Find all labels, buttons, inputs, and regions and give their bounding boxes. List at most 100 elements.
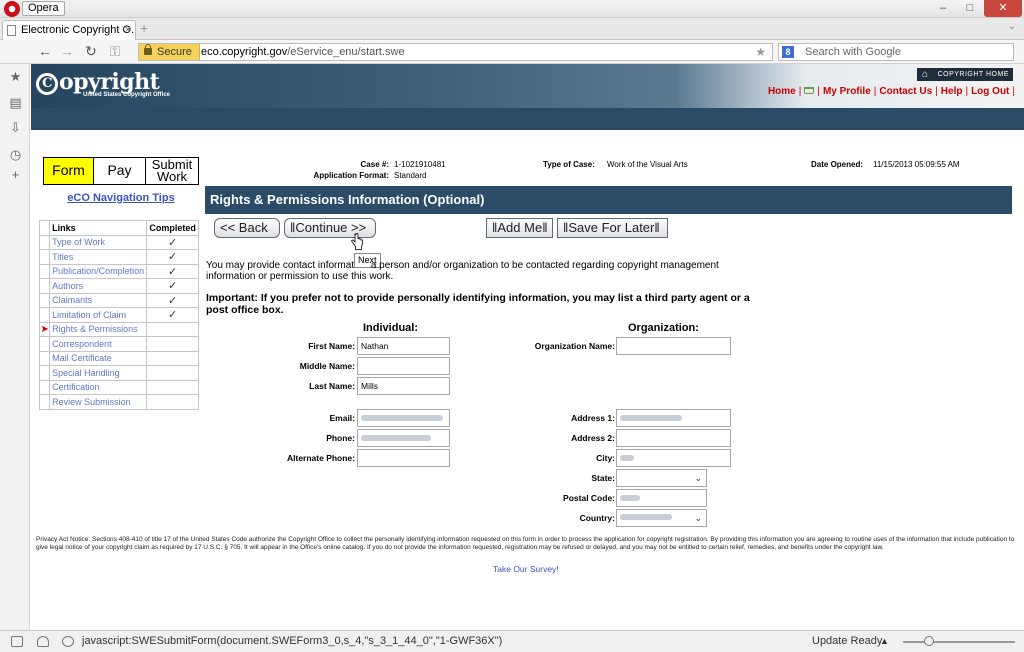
copyright-home-label: COPYRIGHT HOME [937,71,1009,78]
completed-cell [146,336,199,352]
speed-dial-icon[interactable] [62,636,74,647]
address1-input[interactable] [616,409,731,427]
search-input[interactable]: 8 Search with Google [778,43,1014,61]
nav-link[interactable]: Special Handling [49,365,148,381]
nav-link-row: Correspondent [38,336,199,352]
step-form[interactable]: Form [44,158,94,184]
step-submit-line2: Work [156,169,188,184]
middle-name-input[interactable] [357,357,450,375]
nav-link[interactable]: Review Submission [49,394,148,410]
nav-link-row: Certification [38,379,199,395]
check-icon: ✓ [146,263,199,279]
panel-toggle-icon[interactable] [11,636,23,647]
completed-cell [146,350,199,366]
url-field[interactable]: Secure eco.copyright.gov/eService_enu/st… [138,43,773,61]
tab-close-icon[interactable]: × [125,21,131,39]
nav-link[interactable]: Titles [49,249,148,265]
phone-field[interactable] [357,429,450,447]
tab-copyright[interactable]: Electronic Copyright O... × [2,20,136,40]
arrow-cell [38,350,51,366]
plus-icon[interactable]: + [9,168,22,181]
city-input[interactable] [616,449,731,467]
phone-label: Phone: [326,433,355,443]
state-select[interactable]: ⌄ [616,469,707,487]
arrow-cell [38,365,51,381]
save-for-later-label: Save For Later [568,220,655,235]
cloud-icon[interactable] [37,636,49,647]
step-submit-work[interactable]: Submit Work [146,158,198,184]
nav-link[interactable]: Correspondent [49,336,148,352]
country-select[interactable]: ⌄ [616,509,707,527]
nav-link[interactable]: Rights & Permissions [49,321,148,337]
first-name-input[interactable]: Nathan [357,337,450,355]
navigation-tips-link[interactable]: eCO Navigation Tips [39,192,203,204]
maximize-button[interactable]: □ [957,0,983,17]
url-path: /eService_enu/start.swe [287,46,405,58]
contact-us-link[interactable]: Contact Us [879,86,932,97]
email-field[interactable] [357,409,450,427]
type-of-case-value: Work of the Visual Arts [607,160,688,169]
log-out-link[interactable]: Log Out [971,86,1009,97]
history-icon[interactable]: ◷ [9,148,22,161]
minimize-button[interactable]: – [930,0,956,17]
nav-link[interactable]: Authors [49,278,148,294]
new-tab-icon[interactable]: + [140,20,148,36]
nav-link[interactable]: Claimants [49,292,148,308]
alternate-phone-field[interactable] [357,449,450,467]
organization-name-input[interactable] [616,337,731,355]
reload-icon[interactable]: ↻ [82,43,100,61]
take-survey-link[interactable]: Take Our Survey! [493,564,559,574]
nav-link-row: Claimants ✓ [38,292,199,308]
nav-link[interactable]: Publication/Completion [49,263,148,279]
copyright-home-button[interactable]: ⌂ COPYRIGHT HOME [917,68,1013,81]
key-icon[interactable]: ⚿ [106,43,124,61]
links-column-header: Links [49,220,148,236]
forward-icon[interactable]: → [58,43,76,61]
notes-icon[interactable]: ▤ [9,96,22,109]
step-pay[interactable]: Pay [94,158,146,184]
downloads-icon[interactable]: ⇩ [9,121,22,134]
star-icon[interactable]: ★ [755,44,766,60]
arrow-cell [38,263,51,279]
my-profile-link[interactable]: My Profile [823,86,871,97]
cart-icon[interactable] [804,87,815,94]
update-ready-label[interactable]: Update Ready [812,631,882,651]
nav-link[interactable]: Certification [49,379,148,395]
page-favicon-icon [7,25,16,36]
check-icon: ✓ [146,249,199,265]
tab-menu-chevron-down-icon[interactable]: ⌄ [1008,21,1016,32]
important-note: Important: If you prefer not to provide … [206,292,750,316]
email-label: Email: [329,413,355,423]
process-steps: Form Pay Submit Work [43,157,199,185]
zoom-slider-handle[interactable] [923,636,934,646]
help-link[interactable]: Help [941,86,963,97]
nav-link[interactable]: Mail Certificate [49,350,148,366]
last-name-input[interactable]: Mills [357,377,450,395]
state-label: State: [591,473,615,483]
postal-code-input[interactable] [616,489,707,507]
country-label: Country: [579,513,615,523]
address1-label: Address 1: [571,413,615,423]
add-me-button[interactable]: ‖Add Me‖ [486,218,553,238]
check-icon: ✓ [146,278,199,294]
redacted-address1 [620,415,682,421]
secure-badge[interactable]: Secure [139,44,200,60]
back-button[interactable]: << Back [214,218,280,238]
zoom-slider[interactable] [903,641,1015,643]
opera-logo-icon[interactable] [4,1,20,17]
address2-input[interactable] [616,429,731,447]
page-content: Copyright United States Copyright Office… [31,64,1024,630]
nav-link[interactable]: Limitation of Claim [49,307,148,323]
bookmarks-star-icon[interactable]: ★ [9,70,22,83]
back-icon[interactable]: ← [36,43,54,61]
opera-menu-button[interactable]: Opera [22,1,65,16]
nav-link[interactable]: Type of Work [49,234,148,250]
zoom-up-icon[interactable]: ▲ [880,631,889,651]
arrow-cell [38,292,51,308]
search-engine-icon[interactable]: 8 [782,46,794,58]
application-format-value: Standard [394,171,427,180]
save-for-later-button[interactable]: ‖Save For Later‖ [557,218,668,238]
close-window-button[interactable]: ✕ [984,0,1022,17]
home-link[interactable]: Home [768,86,796,97]
tab-bar: Electronic Copyright O... × + ⌄ [0,18,1024,40]
